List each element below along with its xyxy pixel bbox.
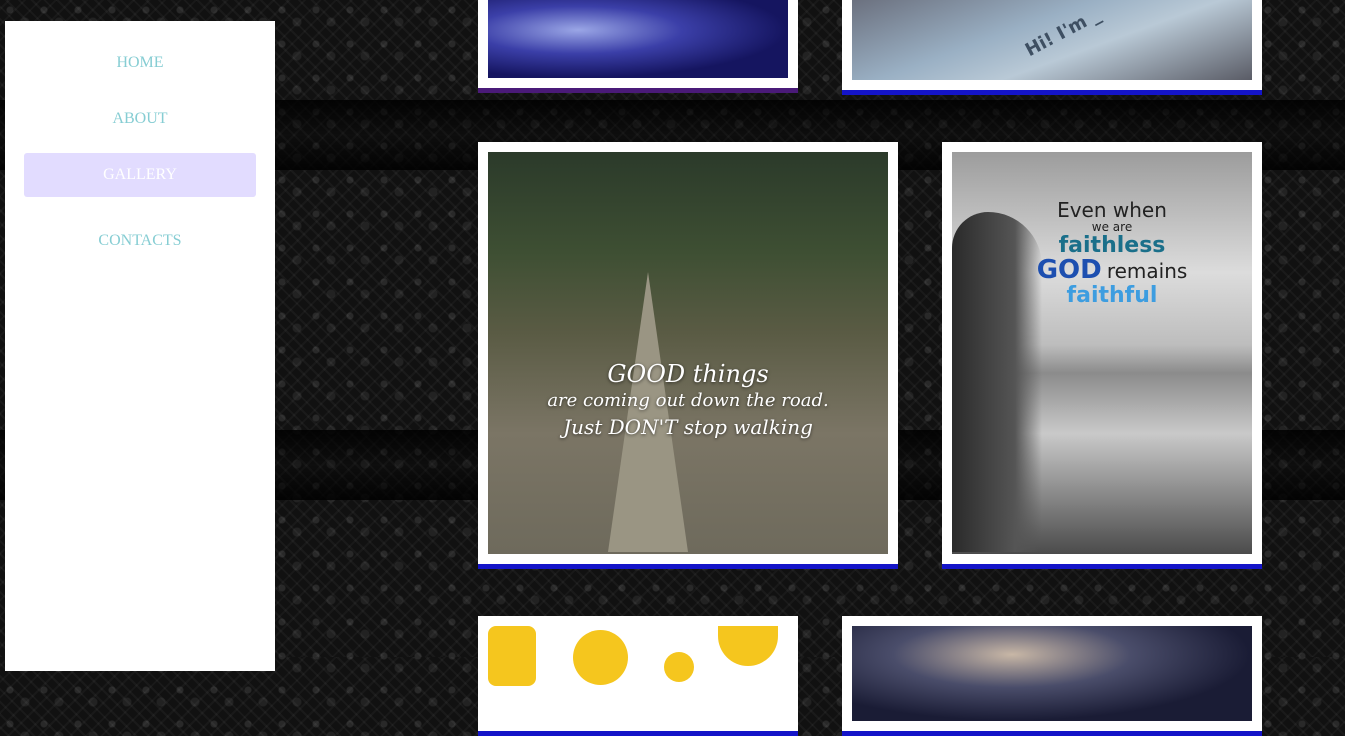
gallery-item-road-quote[interactable]: GOOD things are coming out down the road… xyxy=(478,142,898,569)
photo-note-text: Hi! I'm _ xyxy=(1021,3,1105,62)
photo-quote: GOOD things are coming out down the road… xyxy=(488,360,888,439)
quote-line: Even when xyxy=(1057,198,1167,222)
yellow-shape xyxy=(718,626,778,666)
quote-word: remains xyxy=(1106,258,1188,283)
nav-gallery-link[interactable]: GALLERY xyxy=(24,153,256,197)
quote-line: Just DON'T stop walking xyxy=(563,415,813,439)
yellow-shape xyxy=(488,626,536,686)
nav-about-link[interactable]: ABOUT xyxy=(24,97,256,141)
gallery-photo: Even when we are faithless GOD remains f… xyxy=(952,152,1252,554)
photo-quote: Even when we are faithless GOD remains f… xyxy=(1012,198,1212,308)
gallery-item-faith-quote[interactable]: Even when we are faithless GOD remains f… xyxy=(942,142,1262,569)
gallery-item-night[interactable] xyxy=(842,616,1262,736)
quote-line: are coming out down the road. xyxy=(547,390,829,411)
quote-line: GOOD things xyxy=(607,360,769,388)
gallery-item-yellow-icons[interactable] xyxy=(478,616,798,736)
sidebar-nav: HOME ABOUT GALLERY CONTACTS xyxy=(5,21,275,671)
nav-contacts-link[interactable]: CONTACTS xyxy=(24,219,256,263)
quote-line: faithless xyxy=(1058,232,1166,258)
yellow-shape xyxy=(573,630,628,685)
quote-word: GOD xyxy=(1036,254,1102,285)
nav-home-link[interactable]: HOME xyxy=(24,41,256,85)
gallery-item-note[interactable]: Hi! I'm _ xyxy=(842,0,1262,95)
gallery-item-blurred-blue[interactable] xyxy=(478,0,798,93)
gallery-photo: Hi! I'm _ xyxy=(852,0,1252,80)
gallery-photo xyxy=(852,626,1252,721)
gallery-photo xyxy=(488,0,788,78)
gallery-photo: GOOD things are coming out down the road… xyxy=(488,152,888,554)
quote-line: faithful xyxy=(1066,282,1158,308)
quote-line: we are xyxy=(1091,220,1133,234)
gallery-photo xyxy=(488,626,788,721)
